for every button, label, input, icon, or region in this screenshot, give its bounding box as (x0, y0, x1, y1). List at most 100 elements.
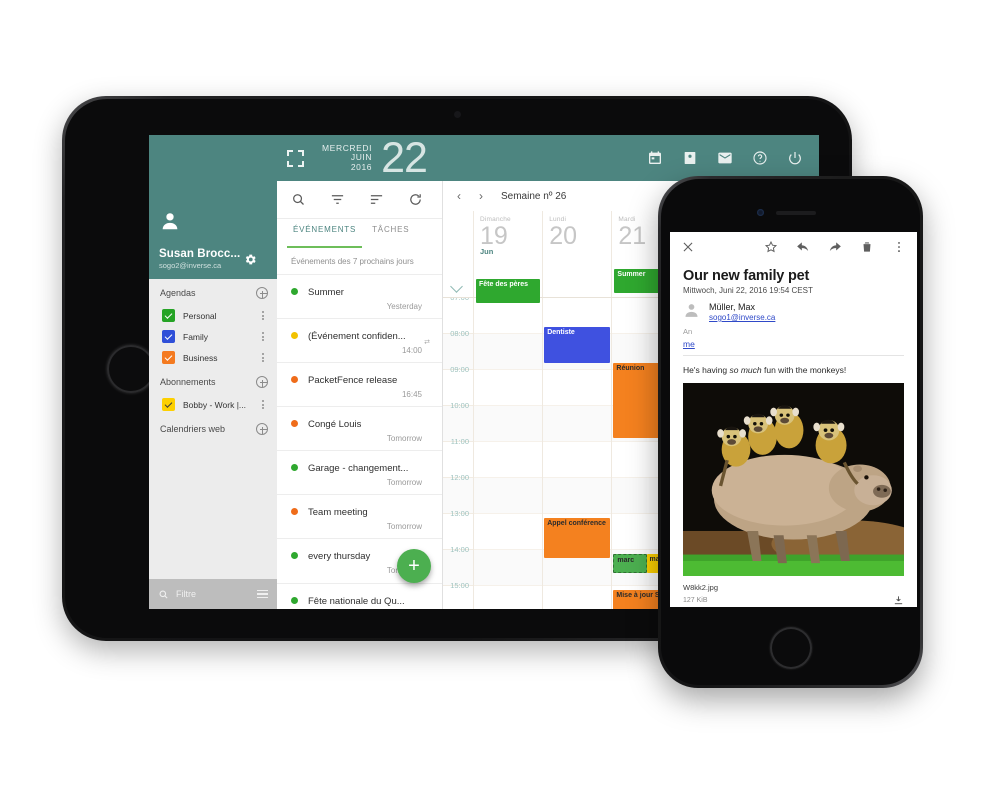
calendar-menu-icon[interactable] (258, 400, 268, 409)
calendar-menu-icon[interactable] (258, 311, 268, 320)
event-list-item[interactable]: Fête nationale du Qu...Vendredi (277, 583, 442, 609)
calendar-menu-icon[interactable] (258, 353, 268, 362)
tablet-camera-icon (454, 111, 461, 118)
sidebar-section-abonnements: Abonnements (149, 368, 277, 394)
hour-cell[interactable] (543, 586, 611, 609)
help-icon[interactable] (752, 150, 768, 166)
mail-sender[interactable]: Müller, Max sogo1@inverse.ca (670, 295, 917, 322)
calendar-day-header[interactable]: Dimanche 19 Jun Fête des pères (473, 211, 542, 303)
event-color-dot (291, 376, 298, 383)
chevron-left-icon[interactable]: ‹ (453, 189, 465, 203)
add-event-fab[interactable]: + (397, 549, 431, 583)
hour-label: 12:00 (450, 473, 469, 482)
hamburger-icon[interactable] (257, 589, 268, 599)
event-when: 16:45 (401, 390, 422, 399)
calendar-checkbox[interactable] (162, 398, 175, 411)
attachment-image[interactable] (683, 383, 904, 576)
day-number: 20 (549, 222, 578, 250)
calendar-event-block[interactable]: Dentiste (544, 327, 611, 363)
mail-icon[interactable] (717, 150, 733, 166)
trash-icon[interactable] (860, 240, 874, 254)
calendar-day-column[interactable]: DentisteAppel conférenceCOPRO📍 Bat G? (542, 298, 612, 609)
calendar-day-header[interactable]: Lundi 20 (542, 211, 611, 297)
phone-home-button[interactable] (769, 627, 812, 669)
hour-cell[interactable] (474, 478, 543, 514)
fullscreen-icon[interactable] (287, 149, 304, 167)
sort-icon[interactable] (369, 192, 384, 207)
power-icon[interactable] (787, 150, 803, 166)
close-icon[interactable] (681, 240, 695, 254)
hour-cell[interactable] (543, 478, 612, 514)
plus-circle-icon[interactable] (256, 376, 268, 388)
search-icon[interactable] (291, 192, 306, 207)
event-list-item[interactable]: Team meeting Tomorrow (277, 494, 442, 538)
sidebar-filter-bar[interactable]: Filtre (149, 579, 277, 609)
tab-evenements[interactable]: ÉVÉNEMENTS (286, 219, 363, 248)
tab-taches[interactable]: TÂCHES (372, 219, 409, 248)
chevron-right-icon[interactable]: › (475, 189, 487, 203)
events-tabs: ÉVÉNEMENTS TÂCHES (277, 219, 442, 248)
attachment-size: 127 KiB (670, 592, 917, 606)
calendar-menu-icon[interactable] (258, 332, 268, 341)
hour-cell[interactable] (543, 370, 612, 406)
hour-cell[interactable] (474, 514, 543, 550)
mail-sender-email[interactable]: sogo1@inverse.ca (709, 313, 775, 322)
hour-cell[interactable] (543, 406, 612, 442)
filter-input[interactable]: Filtre (176, 589, 257, 599)
calendar-event-block[interactable]: marc (613, 554, 647, 573)
event-list-item[interactable]: Congé Louis Tomorrow (277, 406, 442, 450)
event-list-item[interactable]: (Événement confiden... 14:00 ⇄ (277, 318, 442, 362)
phone-device: Our new family pet Mittwoch, Juni 22, 20… (658, 176, 923, 688)
hour-cell[interactable] (474, 406, 543, 442)
sidebar-calendar-family[interactable]: Family (149, 326, 277, 347)
section-title-abonnements: Abonnements (160, 377, 216, 387)
calendar-day-column[interactable] (473, 298, 543, 609)
sidebar: Susan Brocc... sogo2@inverse.ca Agendas (149, 181, 277, 609)
calendar-checkbox[interactable] (162, 330, 175, 343)
forward-icon[interactable] (828, 240, 842, 254)
calendar-icon[interactable] (647, 150, 663, 166)
search-icon[interactable] (158, 589, 169, 600)
section-title-agendas: Agendas (160, 288, 196, 298)
events-toolbar (277, 181, 442, 219)
filter-icon[interactable] (330, 192, 345, 207)
calendar-checkbox[interactable] (162, 351, 175, 364)
topbar-day-number: 22 (381, 135, 428, 182)
gear-icon[interactable] (244, 253, 257, 266)
download-icon[interactable] (893, 595, 904, 606)
chevron-down-icon[interactable] (450, 280, 463, 293)
event-list-item[interactable]: Garage - changement... Tomorrow (277, 450, 442, 494)
mail-to-value[interactable]: me (670, 336, 917, 355)
hour-cell[interactable] (474, 442, 543, 478)
calendar-checkbox[interactable] (162, 309, 175, 322)
hour-cell[interactable] (474, 298, 543, 334)
hour-cell[interactable] (474, 370, 543, 406)
calendar-event-block[interactable]: Appel conférence (544, 518, 611, 558)
plus-circle-icon[interactable] (256, 423, 268, 435)
hour-cell[interactable] (474, 550, 543, 586)
hour-cell[interactable] (474, 586, 542, 609)
event-when: Yesterday (386, 302, 422, 311)
mail-actions (764, 240, 906, 254)
sidebar-calendar-business[interactable]: Business (149, 347, 277, 368)
hour-label: 13:00 (450, 509, 469, 518)
event-list-item[interactable]: Summer Yesterday (277, 274, 442, 318)
plus-circle-icon[interactable] (256, 287, 268, 299)
hour-cell[interactable] (543, 442, 612, 478)
event-list-item[interactable]: PacketFence release 16:45 (277, 362, 442, 406)
hour-label: 14:00 (450, 545, 469, 554)
sidebar-user-card[interactable]: Susan Brocc... sogo2@inverse.ca (149, 181, 277, 279)
hour-cell[interactable] (474, 334, 543, 370)
overflow-menu-icon[interactable] (892, 240, 906, 254)
star-icon[interactable] (764, 240, 778, 254)
sidebar-calendar-bobby[interactable]: Bobby - Work |... (149, 394, 277, 415)
calendar-event-title: Dentiste (547, 329, 575, 336)
mail-body-prefix: He's having (683, 365, 730, 375)
reply-icon[interactable] (796, 240, 810, 254)
tablet-home-button[interactable] (107, 344, 155, 393)
calendar-label: Personal (183, 310, 217, 321)
event-flag-icons: ⇄ (424, 339, 430, 346)
sidebar-calendar-personal[interactable]: Personal (149, 305, 277, 326)
contacts-icon[interactable] (682, 150, 698, 166)
refresh-icon[interactable] (408, 192, 423, 207)
